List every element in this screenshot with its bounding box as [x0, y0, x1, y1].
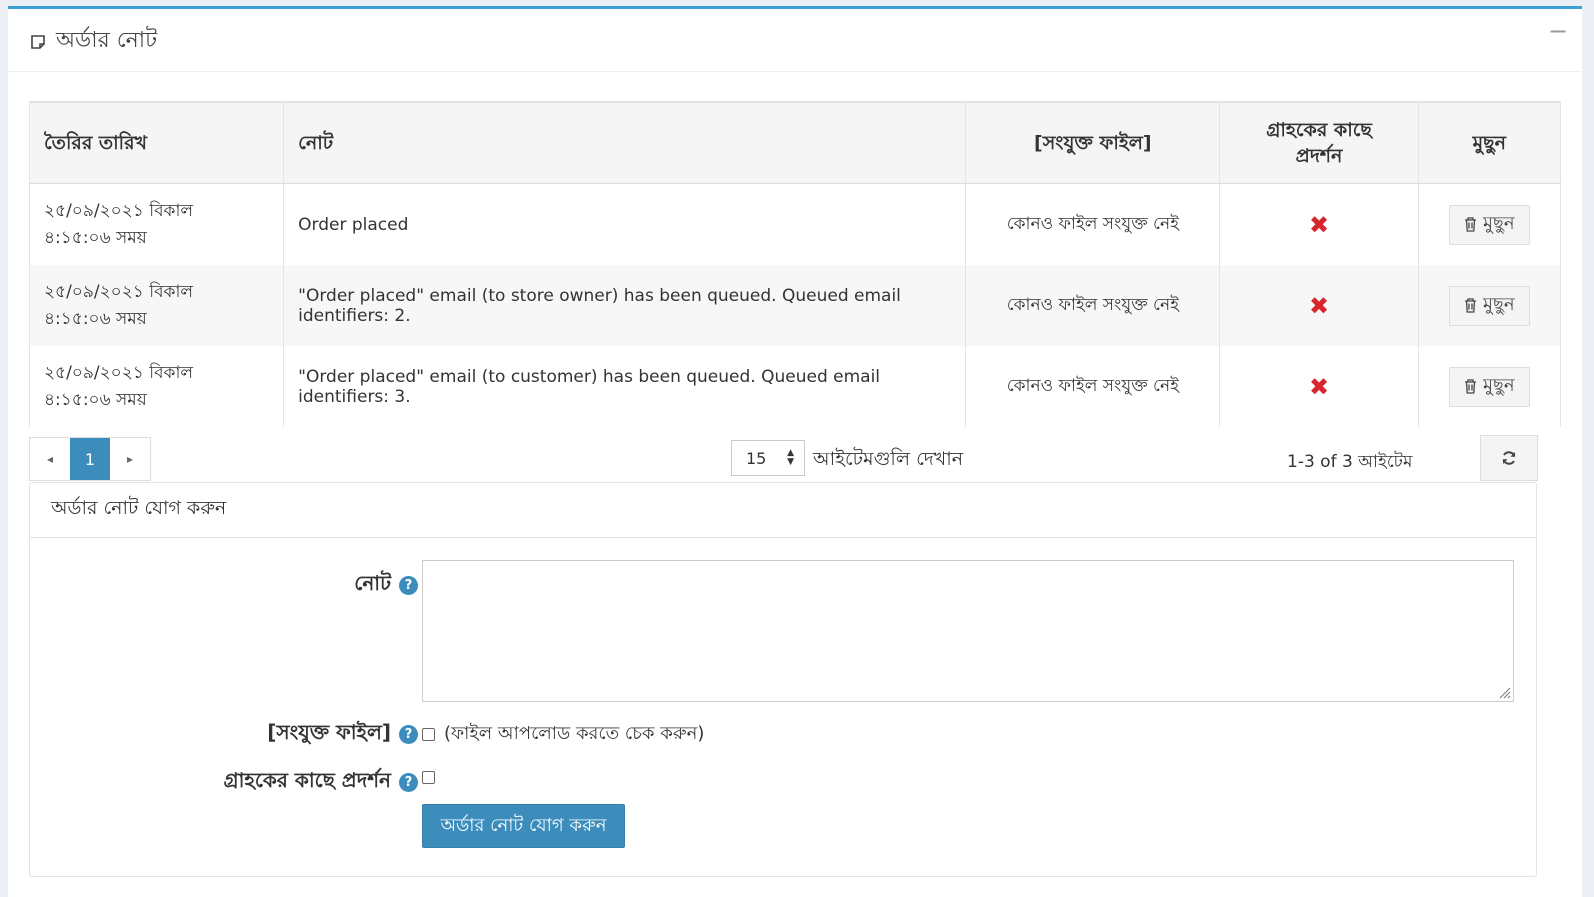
- cell-note: "Order placed" email (to store owner) ha…: [283, 265, 967, 346]
- column-header-display-to-customer[interactable]: গ্রাহকের কাছে প্রদর্শন: [1219, 102, 1419, 184]
- column-header-delete: মুছুন: [1417, 102, 1562, 184]
- date-line2: ৪:১৫:০৬ সময়: [44, 389, 147, 410]
- order-notes-table: তৈরির তারিখ নোট [সংযুক্ত ফাইল] গ্রাহকের …: [28, 101, 1562, 427]
- column-header-date[interactable]: তৈরির তারিখ: [28, 102, 285, 184]
- help-icon[interactable]: ?: [399, 725, 418, 744]
- collapse-button[interactable]: −: [1544, 19, 1572, 47]
- help-icon[interactable]: ?: [399, 773, 418, 792]
- delete-button[interactable]: মুছুন: [1448, 285, 1530, 326]
- prev-page-button[interactable]: ◂: [30, 438, 70, 480]
- date-line2: ৪:১৫:০৬ সময়: [44, 308, 147, 329]
- cell-note: "Order placed" email (to customer) has b…: [283, 346, 967, 427]
- page-size-label: আইটেমগুলি দেখান: [813, 448, 964, 470]
- file-upload-checkbox[interactable]: [422, 728, 435, 741]
- sticky-note-icon: [31, 34, 45, 49]
- cell-file: কোনও ফাইল সংযুক্ত নেই: [965, 183, 1221, 265]
- select-arrows-icon: ▲ ▼: [787, 448, 794, 467]
- table-header-row: তৈরির তারিখ নোট [সংযুক্ত ফাইল] গ্রাহকের …: [28, 102, 1562, 184]
- cell-date: ২৫/০৯/২০২১ বিকাল ৪:১৫:০৬ সময়: [28, 183, 285, 265]
- column-header-display-line2: প্রদর্শন: [1295, 145, 1343, 167]
- column-header-file[interactable]: [সংযুক্ত ফাইল]: [965, 102, 1221, 184]
- refresh-icon: [1502, 451, 1516, 465]
- column-header-display-line1: গ্রাহকের কাছে: [1266, 119, 1372, 141]
- delete-button-label: মুছুন: [1482, 213, 1515, 234]
- cell-note: Order placed: [283, 183, 967, 265]
- delete-button-label: মুছুন: [1482, 375, 1515, 396]
- order-notes-card: অর্ডার নোট − তৈরির তারিখ নোট [সংযুক্ত ফা…: [8, 6, 1582, 897]
- cell-date: ২৫/০৯/২০২১ বিকাল ৪:১৫:০৬ সময়: [28, 346, 285, 427]
- cross-icon: ✖: [1308, 291, 1330, 320]
- cross-icon: ✖: [1308, 372, 1330, 401]
- cell-file: কোনও ফাইল সংযুক্ত নেই: [965, 346, 1221, 427]
- display-label-group: গ্রাহকের কাছে প্রদর্শন ?: [224, 766, 418, 799]
- help-icon[interactable]: ?: [399, 576, 418, 595]
- column-header-note[interactable]: নোট: [283, 102, 967, 184]
- card-header: অর্ডার নোট −: [8, 9, 1582, 72]
- cell-delete: মুছুন: [1417, 265, 1562, 346]
- delete-button-label: মুছুন: [1482, 294, 1515, 315]
- card-title-text: অর্ডার নোট: [56, 28, 158, 53]
- note-label-group: নোট ?: [354, 569, 418, 602]
- cell-file: কোনও ফাইল সংযুক্ত নেই: [965, 265, 1221, 346]
- display-to-customer-label: গ্রাহকের কাছে প্রদর্শন: [223, 768, 391, 792]
- date-line1: ২৫/০৯/২০২১ বিকাল: [44, 362, 194, 383]
- file-checkbox-row: (ফাইল আপলোড করতে চেক করুন): [422, 719, 704, 750]
- refresh-button[interactable]: [1480, 435, 1538, 481]
- pagination: ◂ 1 ▸: [29, 437, 151, 481]
- add-note-heading: অর্ডার নোট যোগ করুন: [30, 483, 1536, 538]
- file-label: [সংযুক্ত ফাইল]: [267, 720, 391, 744]
- page-size-select[interactable]: 15 ▲ ▼: [731, 440, 805, 476]
- pager-range-info: 1-3 of 3 আইটেম: [1287, 452, 1413, 472]
- date-line1: ২৫/০৯/২০২১ বিকাল: [44, 281, 194, 302]
- date-line1: ২৫/০৯/২০২১ বিকাল: [44, 200, 194, 221]
- resize-grip-icon[interactable]: [1497, 685, 1511, 699]
- delete-button[interactable]: মুছুন: [1448, 204, 1530, 245]
- add-order-note-button[interactable]: অর্ডার নোট যোগ করুন: [422, 804, 625, 848]
- page-1-button[interactable]: 1: [70, 438, 110, 480]
- trash-icon: [1464, 298, 1476, 313]
- display-checkbox-row: [422, 771, 435, 784]
- page-size-value: 15: [746, 448, 767, 468]
- cell-delete: মুছুন: [1417, 183, 1562, 265]
- card-title: অর্ডার নোট: [30, 23, 157, 60]
- note-label: নোট: [354, 571, 391, 595]
- trash-icon: [1464, 217, 1476, 232]
- add-note-panel: অর্ডার নোট যোগ করুন নোট ? [সংযুক্ত ফাইল]…: [29, 482, 1537, 877]
- table-row: ২৫/০৯/২০২১ বিকাল ৪:১৫:০৬ সময় "Order pla…: [28, 265, 1562, 346]
- delete-button[interactable]: মুছুন: [1448, 366, 1530, 407]
- cell-display-to-customer: ✖: [1219, 265, 1419, 346]
- cell-delete: মুছুন: [1417, 346, 1562, 427]
- cell-display-to-customer: ✖: [1219, 183, 1419, 265]
- table-row: ২৫/০৯/২০২১ বিকাল ৪:১৫:০৬ সময় "Order pla…: [28, 346, 1562, 427]
- note-textarea[interactable]: [422, 560, 1514, 702]
- date-line2: ৪:১৫:০৬ সময়: [44, 227, 147, 248]
- display-to-customer-checkbox[interactable]: [422, 771, 435, 784]
- file-label-group: [সংযুক্ত ফাইল] ?: [267, 718, 418, 751]
- table-row: ২৫/০৯/২০২১ বিকাল ৪:১৫:০৬ সময় Order plac…: [28, 183, 1562, 265]
- file-checkbox-text: (ফাইল আপলোড করতে চেক করুন): [444, 723, 705, 744]
- next-page-button[interactable]: ▸: [110, 438, 150, 480]
- cell-date: ২৫/০৯/২০২১ বিকাল ৪:১৫:০৬ সময়: [28, 265, 285, 346]
- trash-icon: [1464, 379, 1476, 394]
- cross-icon: ✖: [1308, 210, 1330, 239]
- cell-display-to-customer: ✖: [1219, 346, 1419, 427]
